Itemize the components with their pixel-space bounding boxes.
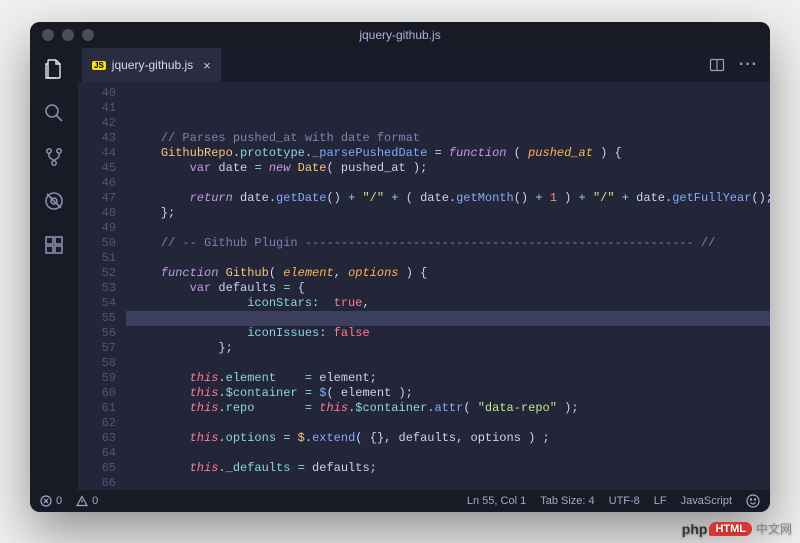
line-number: 66 (78, 476, 116, 490)
code-line[interactable]: this.options = $.extend( {}, defaults, o… (132, 431, 770, 446)
line-number: 40 (78, 86, 116, 101)
line-number: 64 (78, 446, 116, 461)
code-editor[interactable]: 4041424344454647484950515253545556575859… (78, 82, 770, 490)
line-number: 52 (78, 266, 116, 281)
code-line[interactable]: return date.getDate() + "/" + ( date.get… (132, 191, 770, 206)
code-line[interactable] (132, 251, 770, 266)
status-errors[interactable]: 0 (40, 495, 62, 507)
code-line[interactable] (132, 356, 770, 371)
tab-bar: JS jquery-github.js × ··· (78, 48, 770, 82)
code-line[interactable]: this.$container = $( element ); (132, 386, 770, 401)
code-line[interactable]: }; (132, 341, 770, 356)
search-icon[interactable] (41, 100, 67, 126)
split-editor-icon[interactable] (709, 57, 725, 73)
code-line[interactable] (132, 221, 770, 236)
window-title: jquery-github.js (30, 28, 770, 42)
line-number-gutter: 4041424344454647484950515253545556575859… (78, 82, 126, 490)
warning-icon (76, 495, 88, 507)
line-number: 49 (78, 221, 116, 236)
line-number: 57 (78, 341, 116, 356)
code-line[interactable]: }; (132, 206, 770, 221)
line-number: 62 (78, 416, 116, 431)
error-count: 0 (56, 495, 62, 507)
code-line[interactable]: // -- Github Plugin --------------------… (132, 236, 770, 251)
js-file-icon: JS (92, 61, 106, 70)
code-line[interactable]: this.repo = this.$container.attr( "data-… (132, 401, 770, 416)
line-number: 50 (78, 236, 116, 251)
explorer-icon[interactable] (41, 56, 67, 82)
editor-area: JS jquery-github.js × ··· 40414243444546… (78, 48, 770, 490)
line-number: 63 (78, 431, 116, 446)
watermark-bubble: HTML (709, 522, 752, 536)
status-language[interactable]: JavaScript (681, 495, 732, 507)
line-number: 44 (78, 146, 116, 161)
status-feedback-icon[interactable] (746, 494, 760, 508)
code-line[interactable]: iconIssues: false (132, 326, 770, 341)
code-line[interactable]: this.element = element; (132, 371, 770, 386)
status-tabsize[interactable]: Tab Size: 4 (540, 495, 594, 507)
line-number: 58 (78, 356, 116, 371)
code-line[interactable]: this._defaults = defaults; (132, 461, 770, 476)
line-number: 60 (78, 386, 116, 401)
line-number: 41 (78, 101, 116, 116)
tab-jquery-github[interactable]: JS jquery-github.js × (82, 48, 222, 82)
source-control-icon[interactable] (41, 144, 67, 170)
code-content[interactable]: // Parses pushed_at with date format Git… (126, 82, 770, 490)
status-warnings[interactable]: 0 (76, 495, 98, 507)
code-line[interactable]: iconStars: true, (132, 296, 770, 311)
error-icon (40, 495, 52, 507)
code-line[interactable] (132, 476, 770, 490)
code-line[interactable]: function Github( element, options ) { (132, 266, 770, 281)
status-eol[interactable]: LF (654, 495, 667, 507)
maximize-window-button[interactable] (82, 29, 94, 41)
code-line[interactable]: GithubRepo.prototype._parsePushedDate = … (132, 146, 770, 161)
debug-icon[interactable] (41, 188, 67, 214)
warning-count: 0 (92, 495, 98, 507)
line-number: 42 (78, 116, 116, 131)
code-line[interactable]: var date = new Date( pushed_at ); (132, 161, 770, 176)
activity-bar (30, 48, 78, 490)
code-line[interactable] (132, 446, 770, 461)
line-number: 56 (78, 326, 116, 341)
tab-actions: ··· (709, 48, 770, 82)
line-number: 59 (78, 371, 116, 386)
window-controls (30, 29, 94, 41)
tab-close-icon[interactable]: × (203, 58, 211, 73)
watermark: php HTML 中文网 (682, 520, 792, 537)
status-encoding[interactable]: UTF-8 (609, 495, 640, 507)
status-bar: 0 0 Ln 55, Col 1 Tab Size: 4 UTF-8 LF Ja… (30, 490, 770, 512)
line-number: 47 (78, 191, 116, 206)
close-window-button[interactable] (42, 29, 54, 41)
extensions-icon[interactable] (41, 232, 67, 258)
code-line[interactable]: // Parses pushed_at with date format (132, 131, 770, 146)
watermark-text: php (682, 521, 708, 537)
editor-window: jquery-github.js JS jquery (30, 22, 770, 512)
line-number: 54 (78, 296, 116, 311)
code-line[interactable] (132, 176, 770, 191)
code-line[interactable] (132, 416, 770, 431)
more-actions-icon[interactable]: ··· (739, 56, 758, 74)
line-number: 53 (78, 281, 116, 296)
code-line[interactable]: var defaults = { (132, 281, 770, 296)
line-number: 48 (78, 206, 116, 221)
tab-filename: jquery-github.js (112, 58, 193, 72)
line-number: 61 (78, 401, 116, 416)
line-number: 43 (78, 131, 116, 146)
window-body: JS jquery-github.js × ··· 40414243444546… (30, 48, 770, 490)
minimize-window-button[interactable] (62, 29, 74, 41)
line-number: 51 (78, 251, 116, 266)
line-number: 65 (78, 461, 116, 476)
watermark-cn: 中文网 (756, 520, 792, 537)
titlebar[interactable]: jquery-github.js (30, 22, 770, 48)
current-line-highlight (126, 311, 770, 326)
line-number: 45 (78, 161, 116, 176)
line-number: 55 (78, 311, 116, 326)
status-cursor[interactable]: Ln 55, Col 1 (467, 495, 526, 507)
line-number: 46 (78, 176, 116, 191)
